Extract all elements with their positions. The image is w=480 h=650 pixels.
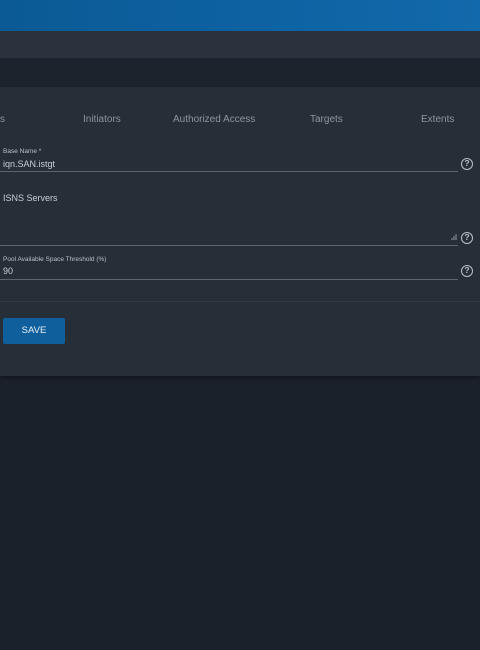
tab-initiators[interactable]: Initiators — [83, 114, 121, 125]
top-header-bar — [0, 0, 480, 31]
base-name-help-icon[interactable]: ? — [461, 158, 473, 170]
pool-threshold-underline — [0, 279, 458, 280]
base-name-input[interactable]: iqn.SAN.istgt — [3, 159, 55, 169]
tab-bar: s Initiators Authorized Access Targets E… — [0, 87, 480, 151]
isns-servers-label: ISNS Servers — [3, 193, 58, 203]
form-actions-divider — [0, 301, 480, 302]
isns-servers-underline — [0, 245, 458, 246]
page-header-strip — [0, 58, 480, 87]
isns-servers-help-icon[interactable]: ? — [461, 232, 473, 244]
pool-threshold-label: Pool Available Space Threshold (%) — [3, 256, 107, 263]
secondary-toolbar — [0, 31, 480, 58]
tab-portals[interactable]: s — [0, 114, 5, 125]
tab-targets[interactable]: Targets — [310, 114, 343, 125]
base-name-label: Base Name * — [3, 148, 42, 155]
pool-threshold-help-icon[interactable]: ? — [461, 265, 473, 277]
iscsi-global-config-card: s Initiators Authorized Access Targets E… — [0, 87, 480, 376]
pool-threshold-input[interactable]: 90 — [3, 266, 13, 276]
tab-authorized-access[interactable]: Authorized Access — [173, 114, 255, 125]
textarea-resize-handle-icon[interactable] — [451, 234, 457, 240]
save-button[interactable]: SAVE — [3, 318, 65, 344]
base-name-underline — [0, 171, 458, 172]
tab-extents[interactable]: Extents — [421, 114, 454, 125]
